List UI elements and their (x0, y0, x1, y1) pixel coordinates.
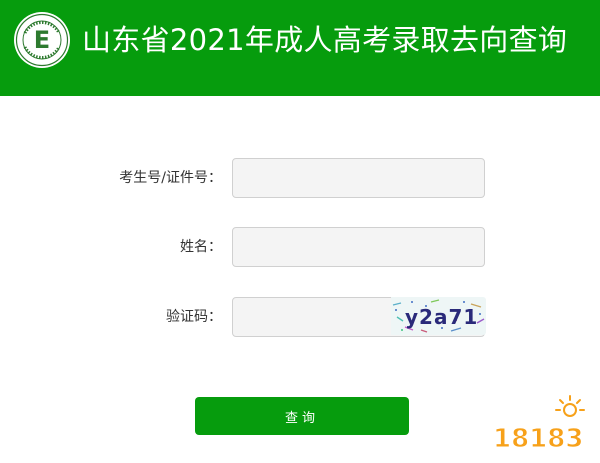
header-bar: E 山东省2021年成人高考录取去向查询 (0, 0, 600, 96)
page-title: 山东省2021年成人高考录取去向查询 (82, 23, 568, 57)
name-label: 姓名： (180, 239, 222, 255)
exam-authority-logo-icon: E (14, 12, 70, 68)
sun-icon (555, 395, 585, 417)
name-input[interactable] (232, 227, 485, 267)
query-page: E 山东省2021年成人高考录取去向查询 考生号/证件号： 姓名： 验证码： y… (0, 0, 600, 463)
captcha-text: y2a71 (405, 305, 478, 329)
site-watermark-logo: 18183 (493, 395, 585, 455)
captcha-label: 验证码： (166, 309, 222, 325)
exam-id-label: 考生号/证件号： (119, 170, 222, 186)
logo-letter: E (34, 26, 50, 54)
captcha-image[interactable]: y2a71 (391, 297, 486, 335)
query-button[interactable]: 查询 (195, 397, 409, 435)
exam-id-input[interactable] (232, 158, 485, 198)
watermark-text: 18183 (493, 424, 583, 454)
